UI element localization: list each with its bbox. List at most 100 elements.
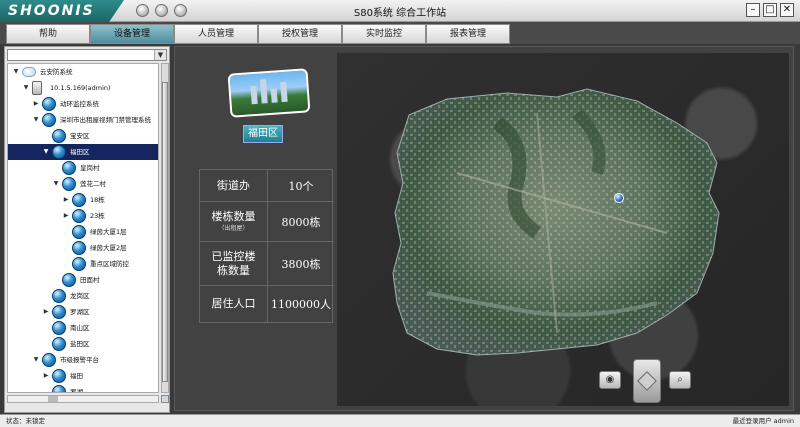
tree-node[interactable]: ▼ 莲花二村	[8, 176, 158, 192]
eye-icon[interactable]: ◉	[599, 371, 621, 389]
device-tree: ▼ 云安防系统 ▼ 10.1.5.169(admin) ▶ 动环监控系统 ▼ 深圳市出租屋视频…	[7, 63, 159, 393]
tree-filter-select[interactable]: ▼	[7, 49, 167, 61]
tree-node[interactable]: 罗湖	[8, 384, 158, 393]
maximize-icon[interactable]: □	[763, 3, 777, 17]
district-stats-table: 街道办 10个 楼栋数量 （出租屋） 8000栋已监控楼栋数量 3800栋居住人口 1100…	[199, 169, 334, 323]
stats-row: 楼栋数量 （出租屋） 8000栋	[200, 202, 334, 242]
tab-1[interactable]: 设备管理	[90, 24, 174, 44]
tree-node[interactable]: 田面村	[8, 272, 158, 288]
chevron-right-icon[interactable]: ▶	[62, 208, 70, 224]
tree-node[interactable]: ▶ 福田	[8, 368, 158, 384]
chevron-down-icon[interactable]: ▼	[32, 112, 40, 128]
globe-icon	[62, 177, 76, 191]
tree-node[interactable]: 宝安区	[8, 128, 158, 144]
tree-vertical-scrollbar[interactable]	[161, 63, 169, 393]
workstation-window: SHOONIS S80系统 综合工作站 – □ ✕ 帮助 设备管理 人员管理 授权管理…	[0, 0, 800, 427]
tree-node[interactable]: ▼ 10.1.5.169(admin)	[8, 80, 158, 96]
tree-node[interactable]: 南山区	[8, 320, 158, 336]
tree-horizontal-scrollbar[interactable]	[7, 395, 159, 403]
globe-icon	[52, 369, 66, 383]
tree-node-label: 莲花二村	[80, 180, 106, 188]
chevron-down-icon[interactable]: ▼	[42, 144, 50, 160]
tree-node[interactable]: ▶ 动环监控系统	[8, 96, 158, 112]
tree-node-label: 云安防系统	[40, 68, 73, 76]
tree-node[interactable]: ▼ 深圳市出租屋视频门禁管理系统	[8, 112, 158, 128]
tree-node-label: 罗湖	[70, 388, 83, 393]
scroll-thumb[interactable]	[48, 396, 58, 402]
tab-3[interactable]: 授权管理	[258, 24, 342, 44]
tree-node-label: 动环监控系统	[60, 100, 99, 108]
stats-key-label: 已监控楼栋数量	[211, 249, 256, 277]
tree-node[interactable]: ▼ 福田区	[8, 144, 158, 160]
globe-icon	[42, 113, 56, 127]
location-marker-icon[interactable]	[614, 193, 624, 203]
tree-node-label: 龙岗区	[70, 292, 90, 300]
chevron-down-icon[interactable]: ▼	[154, 50, 166, 60]
last-login-user: 最近登录用户 admin	[732, 417, 794, 425]
chevron-down-icon[interactable]: ▼	[52, 176, 60, 192]
pan-control[interactable]	[633, 359, 661, 403]
district-name-button[interactable]: 福田区	[243, 125, 283, 143]
stats-key-label: 楼栋数量	[211, 210, 256, 223]
tree-node-label: 福田	[70, 372, 83, 380]
tree-node[interactable]: ▼ 市级报警平台	[8, 352, 158, 368]
tree-node-label: 田面村	[80, 276, 100, 284]
tree-node[interactable]: 重点区域防控	[8, 256, 158, 272]
chevron-right-icon[interactable]: ▶	[42, 368, 50, 384]
tree-node[interactable]: ▶ 23栋	[8, 208, 158, 224]
tab-2[interactable]: 人员管理	[174, 24, 258, 44]
tree-node-label: 重点区域防控	[90, 260, 129, 268]
device-tree-panel: ▼ ▼ 云安防系统 ▼ 10.1.5.169(admin) ▶ 动环监控系统 ▼ 深圳市出租屋…	[4, 46, 170, 413]
tab-4[interactable]: 实时监控	[342, 24, 426, 44]
chevron-down-icon[interactable]: ▼	[12, 64, 20, 80]
tree-node[interactable]: ▼ 云安防系统	[8, 64, 158, 80]
globe-icon	[72, 209, 86, 223]
minimize-icon[interactable]: –	[746, 3, 760, 17]
close-icon[interactable]: ✕	[780, 3, 794, 17]
chevron-down-icon[interactable]: ▼	[22, 80, 30, 96]
globe-icon	[52, 305, 66, 319]
globe-icon	[72, 225, 86, 239]
stats-key-label: 居住人口	[211, 297, 256, 310]
tree-node[interactable]: 皇岗村	[8, 160, 158, 176]
tab-0[interactable]: 帮助	[6, 24, 90, 44]
stats-row: 已监控楼栋数量 3800栋	[200, 242, 334, 286]
tree-node[interactable]: 绿茵大厦1层	[8, 224, 158, 240]
stats-value: 3800栋	[281, 257, 321, 271]
globe-icon	[72, 193, 86, 207]
pan-center-icon[interactable]	[637, 371, 657, 391]
satellite-map[interactable]: ◉ ⌕ ↻	[337, 53, 789, 406]
district-photo	[227, 68, 311, 118]
stats-row: 街道办 10个	[200, 170, 334, 202]
main-view: 福田区 街道办 10个 楼栋数量 （出租屋） 8000栋已监控楼栋数量 3800栋居住人口…	[174, 46, 794, 411]
globe-icon	[52, 337, 66, 351]
globe-icon	[52, 289, 66, 303]
tree-node-label: 10.1.5.169(admin)	[50, 84, 111, 92]
tree-node-label: 宝安区	[70, 132, 90, 140]
globe-icon	[52, 145, 66, 159]
chevron-down-icon[interactable]: ▼	[32, 352, 40, 368]
lock-status: 状态：未锁定	[6, 417, 45, 425]
map-toolbar: ◉ ⌕	[599, 359, 691, 405]
stats-key: 街道办	[200, 170, 268, 201]
zoom-icon[interactable]: ⌕	[669, 371, 691, 389]
tree-node[interactable]: ▶ 18栋	[8, 192, 158, 208]
tree-node[interactable]: ▶ 罗湖区	[8, 304, 158, 320]
scroll-thumb[interactable]	[162, 82, 168, 382]
tree-node[interactable]: 龙岗区	[8, 288, 158, 304]
stats-row: 居住人口 1100000人	[200, 286, 334, 322]
chevron-right-icon[interactable]: ▶	[32, 96, 40, 112]
chevron-right-icon[interactable]: ▶	[62, 192, 70, 208]
stats-key: 居住人口	[200, 286, 268, 322]
globe-icon	[42, 353, 56, 367]
tree-node-label: 18栋	[90, 196, 105, 204]
globe-icon	[52, 321, 66, 335]
stats-value: 8000栋	[281, 215, 321, 229]
tree-node-label: 绿茵大厦1层	[90, 228, 127, 236]
stats-value: 1100000人	[271, 298, 331, 311]
tab-5[interactable]: 报表管理	[426, 24, 510, 44]
tree-node[interactable]: 盐田区	[8, 336, 158, 352]
device-icon	[32, 81, 42, 95]
chevron-right-icon[interactable]: ▶	[42, 304, 50, 320]
tree-node[interactable]: 绿茵大厦2层	[8, 240, 158, 256]
